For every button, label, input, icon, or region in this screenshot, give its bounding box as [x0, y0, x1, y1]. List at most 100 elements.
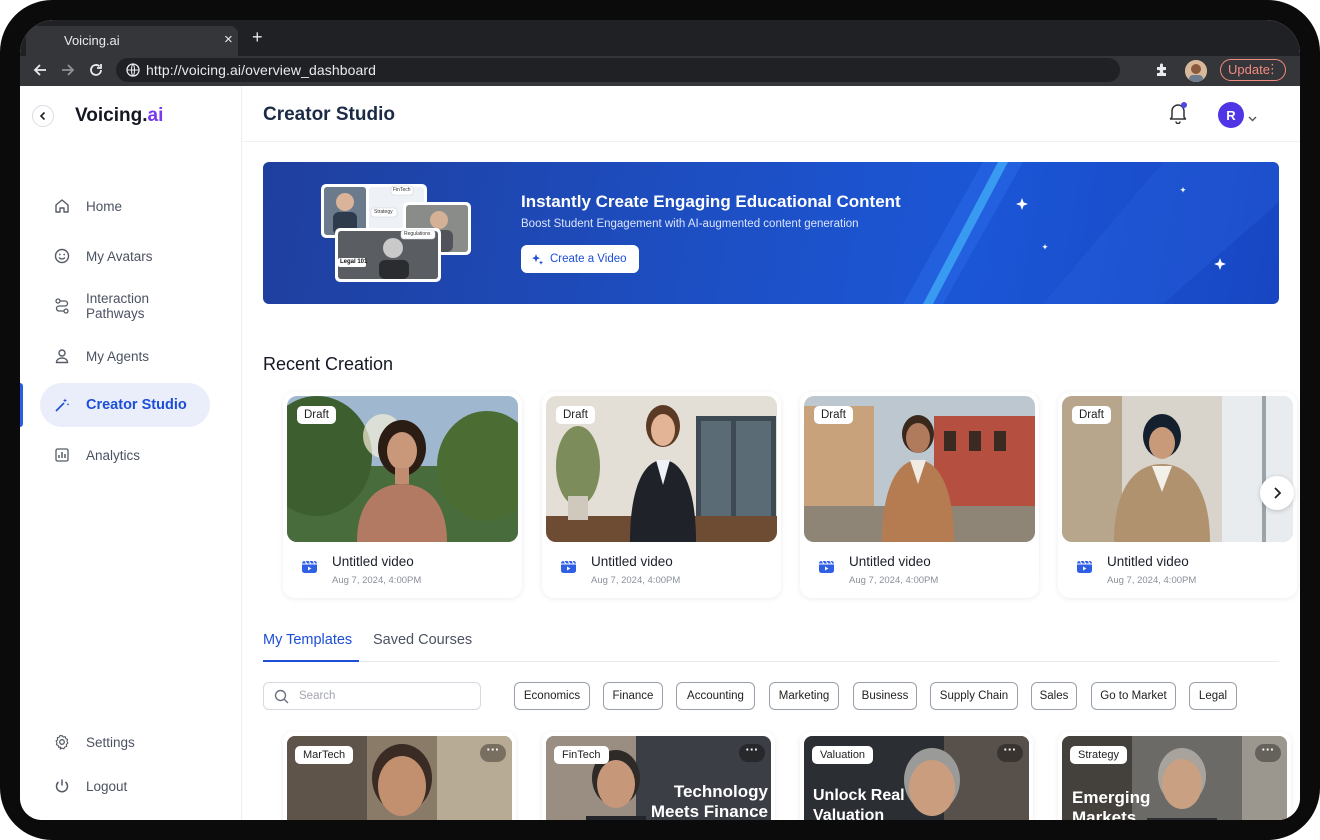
more-options-icon[interactable]: ···	[1255, 743, 1281, 762]
smile-icon	[54, 248, 70, 264]
active-nav-indicator	[20, 383, 23, 427]
magic-wand-icon	[55, 398, 70, 412]
collage-tag-strategy: Strategy	[374, 209, 393, 215]
template-card[interactable]: FinTech ··· Technology Meets Finance	[542, 732, 775, 820]
template-headline: Emerging Markets	[1072, 788, 1151, 820]
video-card[interactable]: Draft Untitled video Aug 7, 2024, 4:00PM	[542, 392, 781, 598]
browser-profile-avatar[interactable]	[1185, 60, 1207, 82]
new-tab-icon[interactable]: +	[252, 28, 263, 46]
browser-tab-bar: Voicing.ai × +	[20, 20, 1300, 56]
logo-text: Voicing	[75, 105, 143, 126]
tab-saved-courses[interactable]: Saved Courses	[373, 632, 472, 648]
sidebar-item-label: Home	[86, 198, 123, 214]
template-card[interactable]: Valuation ··· Unlock Real Valuation	[800, 732, 1033, 820]
browser-update-button[interactable]: Update ⋮	[1220, 59, 1286, 81]
create-video-button[interactable]: Create a Video	[521, 245, 639, 273]
filter-chip-accounting[interactable]: Accounting	[676, 682, 755, 710]
browser-tab[interactable]: Voicing.ai ×	[26, 26, 238, 56]
chevron-down-icon[interactable]	[1248, 109, 1257, 127]
sidebar-item-analytics[interactable]: Analytics	[40, 433, 210, 477]
sidebar-item-creator-studio[interactable]: Creator Studio	[40, 383, 210, 427]
search-input[interactable]	[299, 687, 469, 705]
tab-my-templates[interactable]: My Templates	[263, 632, 352, 648]
video-title: Untitled video	[332, 554, 414, 569]
sidebar-item-label: Interaction Pathways	[86, 291, 150, 321]
sidebar-item-label: My Agents	[86, 348, 150, 364]
site-info-icon[interactable]	[126, 63, 140, 82]
filter-chip-go-to-market[interactable]: Go to Market	[1091, 682, 1176, 710]
filter-chip-economics[interactable]: Economics	[514, 682, 590, 710]
template-thumbnail[interactable]: Strategy ··· Emerging Markets	[1062, 736, 1287, 820]
power-icon	[55, 779, 69, 793]
draft-badge: Draft	[297, 406, 336, 424]
sidebar-item-my-agents[interactable]: My Agents	[40, 334, 210, 378]
draft-badge: Draft	[1072, 406, 1111, 424]
template-card[interactable]: Strategy ··· Emerging Markets	[1058, 732, 1291, 820]
template-tabs: My Templates Saved Courses	[263, 626, 1279, 662]
more-options-icon[interactable]: ···	[739, 743, 765, 762]
filter-chip-supply-chain[interactable]: Supply Chain	[930, 682, 1018, 710]
chevron-right-icon	[1274, 487, 1282, 499]
sidebar-item-logout[interactable]: Logout	[40, 764, 210, 808]
gear-icon	[55, 734, 69, 750]
filter-chip-business[interactable]: Business	[853, 682, 917, 710]
address-bar[interactable]: http://voicing.ai/overview_dashboard	[116, 58, 1120, 82]
user-avatar[interactable]: R	[1218, 102, 1244, 128]
back-arrow-icon[interactable]	[30, 60, 50, 80]
filter-chip-sales[interactable]: Sales	[1031, 682, 1077, 710]
extensions-puzzle-icon[interactable]	[1154, 62, 1170, 83]
video-thumbnail[interactable]: Draft	[1062, 396, 1293, 542]
video-date: Aug 7, 2024, 4:00PM	[332, 575, 422, 586]
template-tag: Strategy	[1070, 746, 1127, 764]
template-thumbnail[interactable]: Valuation ··· Unlock Real Valuation	[804, 736, 1029, 820]
video-thumbnail[interactable]: Draft	[804, 396, 1035, 542]
hero-banner: Instantly Create Engaging Educational Co…	[263, 162, 1279, 304]
more-options-icon[interactable]: ···	[480, 743, 506, 762]
video-thumbnail[interactable]: Draft	[546, 396, 777, 542]
main-content: Creator Studio R Instantly Create Engagi…	[242, 86, 1300, 820]
sidebar-item-interaction-pathways[interactable]: Interaction Pathways	[40, 284, 210, 328]
collage-tag-fintech: FinTech	[393, 187, 411, 193]
filter-chip-legal[interactable]: Legal	[1189, 682, 1237, 710]
top-header: Creator Studio R	[242, 86, 1300, 142]
template-card[interactable]: MarTech ···	[283, 732, 516, 820]
create-video-label: Create a Video	[550, 253, 627, 265]
collage-tag-legal: Legal 101	[340, 259, 368, 265]
video-title: Untitled video	[591, 554, 673, 569]
draft-badge: Draft	[814, 406, 853, 424]
bar-chart-icon	[55, 448, 69, 462]
sidebar-item-my-avatars[interactable]: My Avatars	[40, 234, 210, 278]
filter-chip-finance[interactable]: Finance	[603, 682, 663, 710]
url-text: http://voicing.ai/overview_dashboard	[146, 62, 377, 78]
notification-dot	[1181, 102, 1187, 108]
browser-toolbar: http://voicing.ai/overview_dashboard Upd…	[20, 56, 1300, 86]
video-clip-icon	[560, 558, 577, 580]
carousel-next-button[interactable]	[1260, 476, 1294, 510]
active-tab-underline	[263, 660, 359, 662]
device-frame: Voicing.ai × + http://voicing.ai/overvie…	[0, 0, 1320, 840]
close-tab-icon[interactable]: ×	[224, 31, 233, 48]
template-thumbnail[interactable]: FinTech ··· Technology Meets Finance	[546, 736, 771, 820]
more-options-icon[interactable]: ···	[997, 743, 1023, 762]
banner-title: Instantly Create Engaging Educational Co…	[521, 192, 901, 211]
template-headline: Unlock Real Valuation	[813, 787, 905, 820]
video-card[interactable]: Draft Untitled video Aug 7, 2024, 4:00PM	[800, 392, 1039, 598]
user-icon	[55, 349, 69, 364]
filter-chip-marketing[interactable]: Marketing	[769, 682, 839, 710]
video-thumbnail[interactable]: Draft	[287, 396, 518, 542]
template-tag: Valuation	[812, 746, 874, 764]
chevron-left-icon	[39, 111, 46, 121]
sidebar-item-home[interactable]: Home	[40, 184, 210, 228]
sidebar-item-settings[interactable]: Settings	[40, 720, 210, 764]
app-logo[interactable]: Voicing.ai	[75, 105, 163, 127]
reload-icon[interactable]	[86, 60, 106, 80]
forward-arrow-icon[interactable]	[58, 60, 78, 80]
video-card[interactable]: Draft Untitled video Aug 7, 2024, 4:00PM	[283, 392, 522, 598]
route-icon	[55, 298, 69, 314]
search-icon	[274, 689, 289, 704]
template-thumbnail[interactable]: MarTech ···	[287, 736, 512, 820]
collapse-sidebar-button[interactable]	[32, 105, 54, 127]
sidebar-item-label: Logout	[86, 778, 128, 794]
sidebar: Voicing.ai Home My Avatars Interaction P…	[20, 86, 242, 820]
template-tag: MarTech	[295, 746, 354, 764]
